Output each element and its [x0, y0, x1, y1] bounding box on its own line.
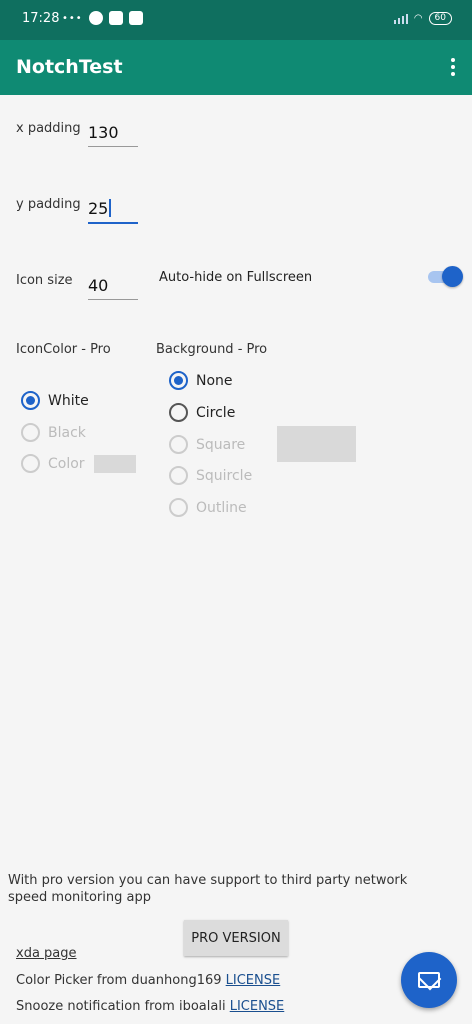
auto-hide-switch[interactable]	[428, 266, 464, 287]
icon-color-color-radio: Color	[21, 454, 85, 473]
play-store-icon	[108, 11, 123, 25]
radio-checked-icon	[21, 391, 40, 410]
radio-unchecked-icon	[169, 435, 188, 454]
app-bar: NotchTest	[0, 40, 472, 95]
y-padding-value: 25	[88, 199, 109, 218]
notification-icons: •••	[62, 11, 143, 25]
color-picker-license-link[interactable]: LICENSE	[226, 973, 281, 988]
mail-icon	[418, 972, 440, 988]
credit-text: Color Picker from duanhong169	[16, 973, 222, 988]
icon-color-heading: IconColor - Pro	[16, 342, 111, 357]
switch-thumb	[442, 266, 463, 287]
radio-label: Black	[48, 424, 86, 441]
pro-version-button[interactable]: PRO VERSION	[184, 920, 288, 956]
text-caret	[109, 199, 112, 217]
background-outline-radio: Outline	[169, 498, 247, 517]
radio-unchecked-icon	[169, 466, 188, 485]
xda-page-link[interactable]: xda page	[16, 946, 77, 961]
color-picker-credit: Color Picker from duanhong169 LICENSE	[16, 973, 280, 988]
background-square-radio: Square	[169, 435, 245, 454]
background-heading: Background - Pro	[156, 342, 268, 357]
radio-label: Circle	[196, 404, 236, 421]
pro-description: With pro version you can have support to…	[8, 873, 408, 905]
status-time: 17:28	[22, 11, 60, 26]
signal-icon	[393, 13, 408, 24]
icon-size-input[interactable]: 40	[88, 276, 138, 300]
wifi-icon: ◠	[413, 13, 423, 24]
system-icons: ◠ 60	[393, 12, 452, 25]
background-none-radio[interactable]: None	[169, 371, 233, 390]
more-notifications-icon: •••	[62, 12, 83, 24]
radio-label: Outline	[196, 499, 247, 516]
app-title: NotchTest	[16, 56, 123, 78]
x-padding-label: x padding	[16, 121, 81, 136]
radio-unchecked-icon	[21, 423, 40, 442]
app-notification-icon	[128, 11, 143, 25]
credit-text: Snooze notification from iboalali	[16, 999, 226, 1014]
radio-label: Square	[196, 436, 246, 453]
spotify-icon	[88, 11, 103, 25]
icon-color-swatch	[94, 455, 136, 473]
email-fab-button[interactable]	[401, 952, 457, 1008]
radio-unchecked-icon	[21, 454, 40, 473]
snooze-credit: Snooze notification from iboalali LICENS…	[16, 999, 284, 1014]
radio-unchecked-icon	[169, 403, 188, 422]
y-padding-label: y padding	[16, 197, 81, 212]
radio-label: White	[48, 392, 89, 409]
overflow-menu-icon[interactable]	[450, 58, 456, 78]
radio-label: Squircle	[196, 467, 253, 484]
background-squircle-radio: Squircle	[169, 466, 252, 485]
background-circle-radio[interactable]: Circle	[169, 403, 235, 422]
radio-label: Color	[48, 455, 85, 472]
auto-hide-label: Auto-hide on Fullscreen	[159, 270, 313, 285]
radio-unchecked-icon	[169, 498, 188, 517]
radio-checked-icon	[169, 371, 188, 390]
y-padding-input[interactable]: 25	[88, 199, 138, 224]
icon-color-white-radio[interactable]: White	[21, 391, 89, 410]
icon-color-black-radio: Black	[21, 423, 86, 442]
radio-label: None	[196, 372, 233, 389]
icon-size-label: Icon size	[16, 273, 73, 288]
background-color-swatch	[277, 426, 356, 462]
x-padding-input[interactable]: 130	[88, 123, 138, 147]
status-bar: 17:28 ••• ◠ 60	[0, 0, 472, 40]
snooze-license-link[interactable]: LICENSE	[230, 999, 285, 1014]
battery-icon: 60	[428, 12, 452, 25]
